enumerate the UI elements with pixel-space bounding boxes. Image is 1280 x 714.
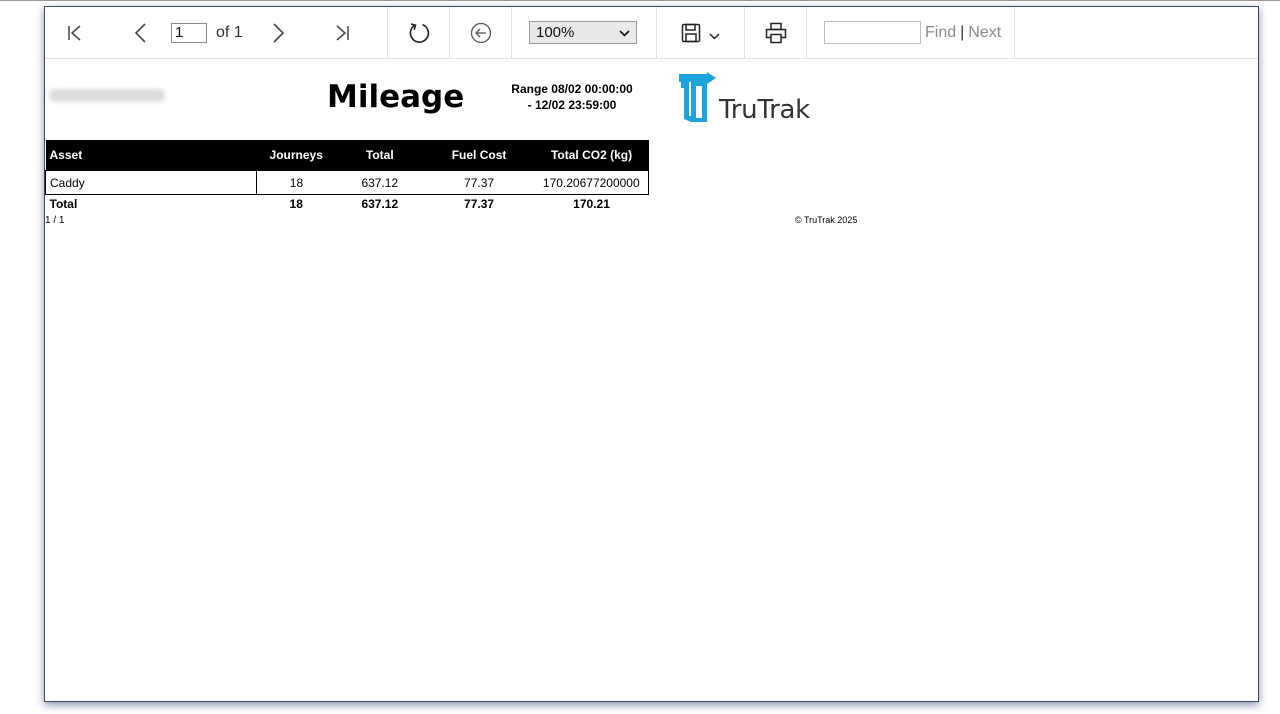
back-arrow-icon bbox=[470, 22, 492, 44]
back-group bbox=[450, 7, 512, 58]
date-range: Range 08/02 00:00:00 - 12/02 23:59:00 bbox=[507, 81, 637, 113]
find-separator: | bbox=[960, 23, 965, 41]
first-page-icon bbox=[66, 24, 84, 42]
column-header-total-co2: Total CO2 (kg) bbox=[534, 140, 649, 171]
column-header-fuel-cost: Fuel Cost bbox=[423, 140, 535, 171]
refresh-group bbox=[388, 7, 450, 58]
next-match-button[interactable]: Next bbox=[968, 24, 1001, 42]
table-header-row: Asset Journeys Total Fuel Cost Total CO2… bbox=[45, 140, 649, 171]
copyright-text: © TruTrak 2025 bbox=[795, 215, 858, 225]
top-divider bbox=[0, 0, 1280, 1]
trutrak-logo: TruTrak bbox=[679, 72, 810, 127]
report-title: Mileage bbox=[327, 79, 465, 115]
column-header-asset: Asset bbox=[45, 140, 257, 171]
next-page-button[interactable] bbox=[269, 22, 289, 43]
redacted-company-name bbox=[49, 89, 165, 102]
find-button[interactable]: Find bbox=[925, 24, 956, 42]
table-total-row: Total 18 637.12 77.37 170.21 bbox=[46, 195, 649, 214]
save-dropdown-icon[interactable] bbox=[709, 33, 720, 40]
next-page-icon bbox=[272, 22, 286, 43]
last-page-button[interactable] bbox=[332, 24, 352, 42]
trutrak-logo-icon bbox=[679, 72, 717, 127]
report-page: Mileage Range 08/02 00:00:00 - 12/02 23:… bbox=[45, 59, 1258, 701]
cell-total: 637.12 bbox=[336, 170, 424, 195]
save-button[interactable] bbox=[681, 23, 720, 43]
previous-page-icon bbox=[133, 22, 147, 43]
total-label: Total bbox=[49, 197, 78, 211]
back-button[interactable] bbox=[470, 22, 492, 44]
print-group bbox=[745, 7, 807, 58]
zoom-select[interactable]: 100% bbox=[529, 21, 637, 44]
zoom-value: 100% bbox=[536, 24, 575, 41]
trutrak-logo-text: TruTrak bbox=[719, 95, 810, 125]
zoom-group: 100% bbox=[512, 7, 657, 58]
total-journeys: 18 bbox=[289, 197, 303, 211]
export-group bbox=[657, 7, 745, 58]
find-group: Find | Next bbox=[807, 7, 1015, 58]
page-number-input[interactable] bbox=[171, 22, 207, 43]
total-co2: 170.21 bbox=[573, 197, 610, 211]
find-input[interactable] bbox=[824, 21, 921, 44]
report-toolbar: of 1 bbox=[45, 7, 1015, 59]
total-fuel-cost: 77.37 bbox=[464, 197, 495, 211]
cell-journeys: 18 bbox=[256, 170, 337, 195]
column-header-total: Total bbox=[336, 140, 424, 171]
save-icon bbox=[681, 23, 701, 43]
table-row: Caddy 18 637.12 77.37 170.20677200000 bbox=[45, 170, 649, 195]
column-header-journeys: Journeys bbox=[256, 140, 337, 171]
print-icon bbox=[765, 22, 787, 44]
page-total-label: of 1 bbox=[216, 23, 243, 41]
first-page-button[interactable] bbox=[65, 24, 85, 42]
refresh-button[interactable] bbox=[407, 21, 431, 45]
chevron-down-icon bbox=[619, 24, 630, 41]
date-range-start: Range 08/02 00:00:00 bbox=[511, 82, 633, 96]
refresh-icon bbox=[407, 21, 431, 45]
cell-asset: Caddy bbox=[45, 170, 257, 195]
total-total: 637.12 bbox=[361, 197, 399, 211]
report-viewer: of 1 bbox=[44, 6, 1259, 702]
cell-fuel-cost: 77.37 bbox=[423, 170, 535, 195]
page-navigation: of 1 bbox=[45, 7, 388, 58]
last-page-icon bbox=[333, 24, 351, 42]
cell-total-co2: 170.20677200000 bbox=[534, 170, 649, 195]
print-button[interactable] bbox=[765, 22, 787, 44]
mileage-table: Asset Journeys Total Fuel Cost Total CO2… bbox=[45, 140, 649, 213]
date-range-end: - 12/02 23:59:00 bbox=[527, 98, 617, 112]
page-count: 1 / 1 bbox=[45, 215, 65, 226]
previous-page-button[interactable] bbox=[130, 22, 150, 43]
